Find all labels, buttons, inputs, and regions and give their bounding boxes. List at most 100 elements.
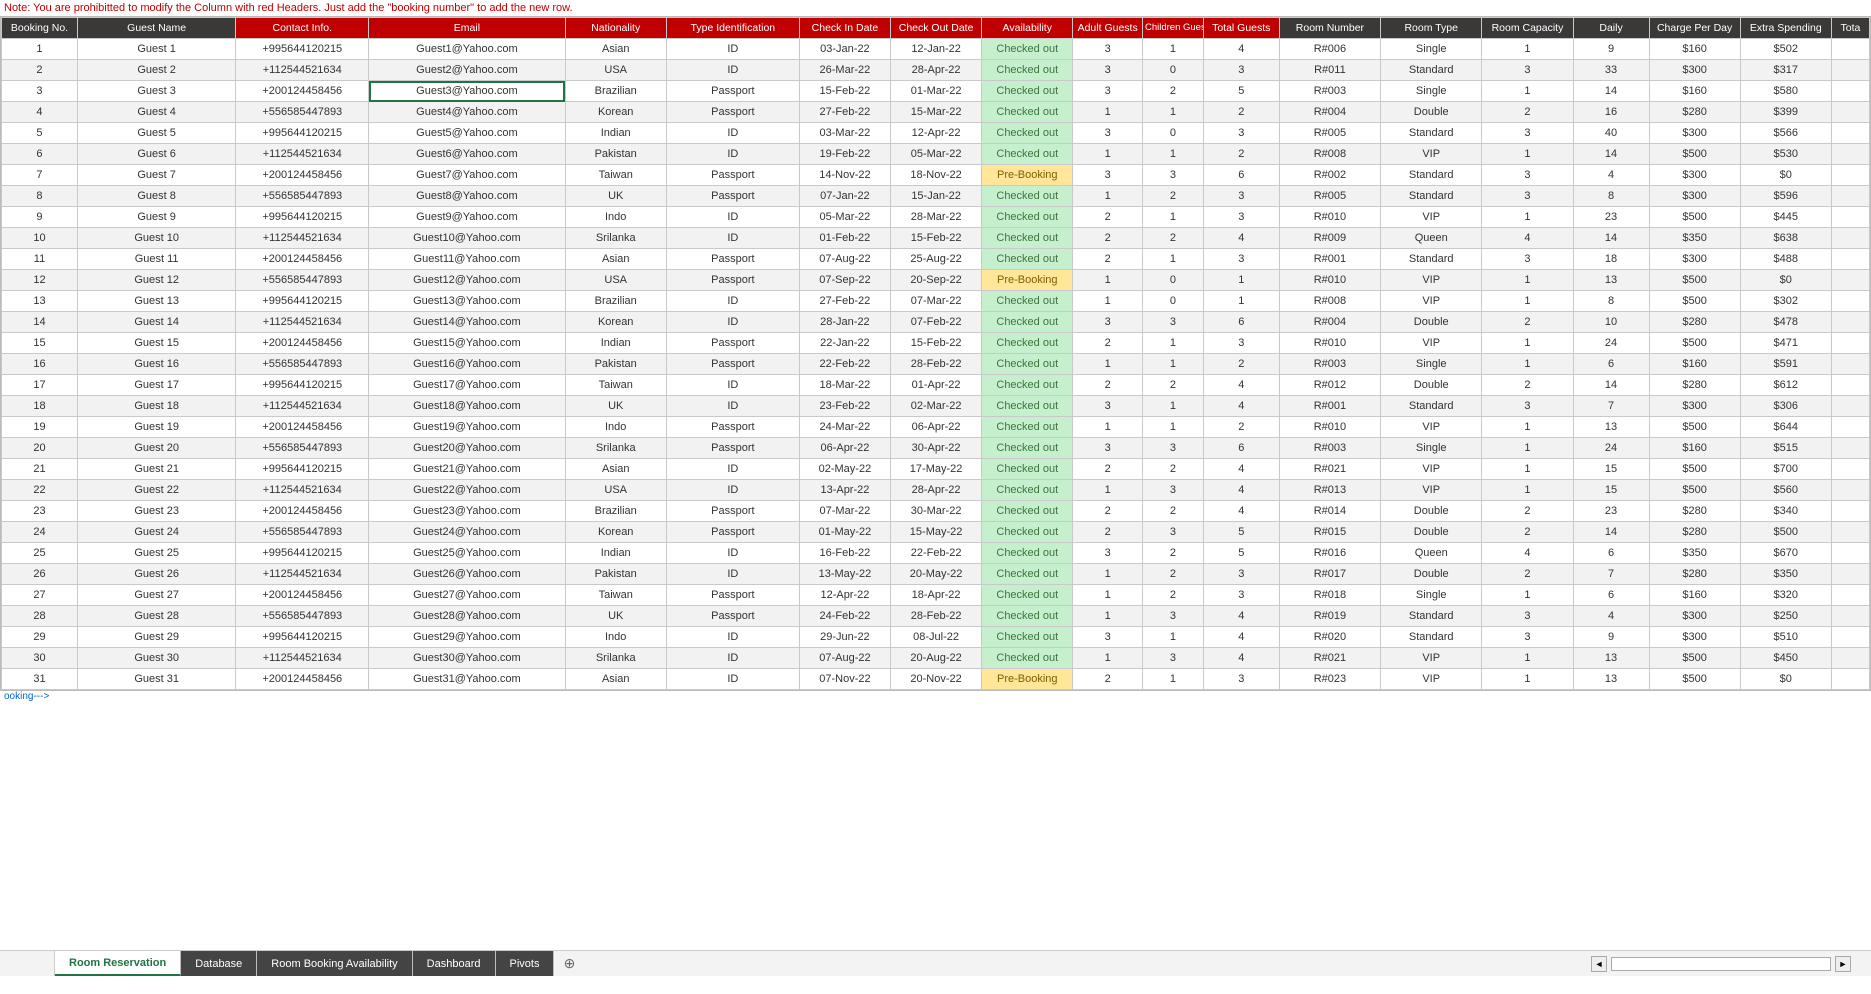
cell[interactable]: 3 — [1073, 396, 1143, 417]
cell[interactable]: Guest 23 — [77, 501, 235, 522]
cell[interactable]: 15-Jan-22 — [891, 186, 982, 207]
cell[interactable]: $0 — [1740, 669, 1831, 690]
cell[interactable]: R#010 — [1279, 207, 1380, 228]
cell[interactable]: $670 — [1740, 543, 1831, 564]
header-type-identification[interactable]: Type Identification — [666, 18, 799, 39]
cell[interactable]: R#010 — [1279, 417, 1380, 438]
cell[interactable]: 3 — [1203, 333, 1279, 354]
cell[interactable]: 0 — [1142, 291, 1203, 312]
cell[interactable]: 22-Feb-22 — [799, 354, 890, 375]
cell[interactable]: ID — [666, 60, 799, 81]
cell[interactable]: Checked out — [982, 417, 1073, 438]
cell[interactable]: 10 — [2, 228, 78, 249]
cell[interactable]: 15-Mar-22 — [891, 102, 982, 123]
cell[interactable]: Passport — [666, 186, 799, 207]
cell[interactable]: Guest 18 — [77, 396, 235, 417]
cell[interactable]: 3 — [1482, 249, 1573, 270]
cell[interactable]: +556585447893 — [236, 438, 369, 459]
cell[interactable]: 2 — [1482, 375, 1573, 396]
cell[interactable]: $160 — [1649, 354, 1740, 375]
cell[interactable]: 13 — [1573, 417, 1649, 438]
cell[interactable]: Guest 6 — [77, 144, 235, 165]
scroll-right-arrow[interactable]: ► — [1835, 956, 1851, 972]
cell[interactable] — [1831, 39, 1869, 60]
cell[interactable]: Asian — [565, 249, 666, 270]
cell[interactable]: Checked out — [982, 186, 1073, 207]
header-room-number[interactable]: Room Number — [1279, 18, 1380, 39]
cell[interactable]: Standard — [1381, 396, 1482, 417]
cell[interactable]: R#008 — [1279, 291, 1380, 312]
cell[interactable]: 1 — [1073, 144, 1143, 165]
cell[interactable]: 1 — [1482, 438, 1573, 459]
cell[interactable]: $302 — [1740, 291, 1831, 312]
cell[interactable]: Passport — [666, 249, 799, 270]
cell[interactable]: 14 — [1573, 228, 1649, 249]
cell[interactable]: Passport — [666, 81, 799, 102]
cell[interactable]: Double — [1381, 522, 1482, 543]
cell[interactable]: $500 — [1649, 459, 1740, 480]
cell[interactable]: Guest 8 — [77, 186, 235, 207]
cell[interactable]: ID — [666, 648, 799, 669]
cell[interactable]: 1 — [1073, 606, 1143, 627]
cell[interactable]: Srilanka — [565, 228, 666, 249]
cell[interactable]: Guest2@Yahoo.com — [369, 60, 565, 81]
cell[interactable]: 1 — [1142, 396, 1203, 417]
cell[interactable]: Srilanka — [565, 438, 666, 459]
cell[interactable]: 03-Mar-22 — [799, 123, 890, 144]
cell[interactable]: 3 — [1073, 312, 1143, 333]
cell[interactable]: Guest24@Yahoo.com — [369, 522, 565, 543]
cell[interactable]: 2 — [1482, 102, 1573, 123]
cell[interactable]: Checked out — [982, 396, 1073, 417]
header-email[interactable]: Email — [369, 18, 565, 39]
sheet-tab-database[interactable]: Database — [181, 951, 257, 976]
cell[interactable]: 23 — [1573, 501, 1649, 522]
cell[interactable]: 9 — [1573, 39, 1649, 60]
cell[interactable]: 3 — [1203, 564, 1279, 585]
cell[interactable]: 22 — [2, 480, 78, 501]
cell[interactable]: $445 — [1740, 207, 1831, 228]
cell[interactable]: $306 — [1740, 396, 1831, 417]
cell[interactable]: 15-Feb-22 — [799, 81, 890, 102]
cell[interactable]: 2 — [1073, 459, 1143, 480]
cell[interactable]: Standard — [1381, 60, 1482, 81]
cell[interactable]: R#001 — [1279, 249, 1380, 270]
cell[interactable]: Guest 27 — [77, 585, 235, 606]
cell[interactable]: +112544521634 — [236, 564, 369, 585]
cell[interactable]: Checked out — [982, 543, 1073, 564]
cell[interactable]: 1 — [1142, 333, 1203, 354]
cell[interactable]: Guest 30 — [77, 648, 235, 669]
cell[interactable]: R#021 — [1279, 459, 1380, 480]
cell[interactable]: R#011 — [1279, 60, 1380, 81]
cell[interactable]: Standard — [1381, 627, 1482, 648]
cell[interactable]: 1 — [1482, 333, 1573, 354]
cell[interactable]: ID — [666, 144, 799, 165]
cell[interactable]: +200124458456 — [236, 585, 369, 606]
cell[interactable]: Guest17@Yahoo.com — [369, 375, 565, 396]
cell[interactable]: +556585447893 — [236, 606, 369, 627]
cell[interactable]: Checked out — [982, 564, 1073, 585]
cell[interactable]: Guest 1 — [77, 39, 235, 60]
cell[interactable] — [1831, 60, 1869, 81]
cell[interactable]: Guest5@Yahoo.com — [369, 123, 565, 144]
cell[interactable]: $160 — [1649, 438, 1740, 459]
cell[interactable] — [1831, 606, 1869, 627]
cell[interactable]: R#023 — [1279, 669, 1380, 690]
cell[interactable]: Passport — [666, 417, 799, 438]
cell[interactable]: Checked out — [982, 144, 1073, 165]
cell[interactable]: Double — [1381, 564, 1482, 585]
cell[interactable]: ID — [666, 564, 799, 585]
cell[interactable]: 07-Feb-22 — [891, 312, 982, 333]
cell[interactable]: Guest 9 — [77, 207, 235, 228]
cell[interactable]: 1 — [1073, 291, 1143, 312]
cell[interactable]: 1 — [1482, 354, 1573, 375]
header-room-capacity[interactable]: Room Capacity — [1482, 18, 1573, 39]
cell[interactable]: $700 — [1740, 459, 1831, 480]
cell[interactable]: Pre-Booking — [982, 270, 1073, 291]
cell[interactable]: 2 — [1073, 249, 1143, 270]
cell[interactable]: 2 — [1142, 501, 1203, 522]
cell[interactable]: Pre-Booking — [982, 165, 1073, 186]
cell[interactable]: $502 — [1740, 39, 1831, 60]
header-availability[interactable]: Availability — [982, 18, 1073, 39]
cell[interactable]: $340 — [1740, 501, 1831, 522]
cell[interactable]: 1 — [1482, 459, 1573, 480]
